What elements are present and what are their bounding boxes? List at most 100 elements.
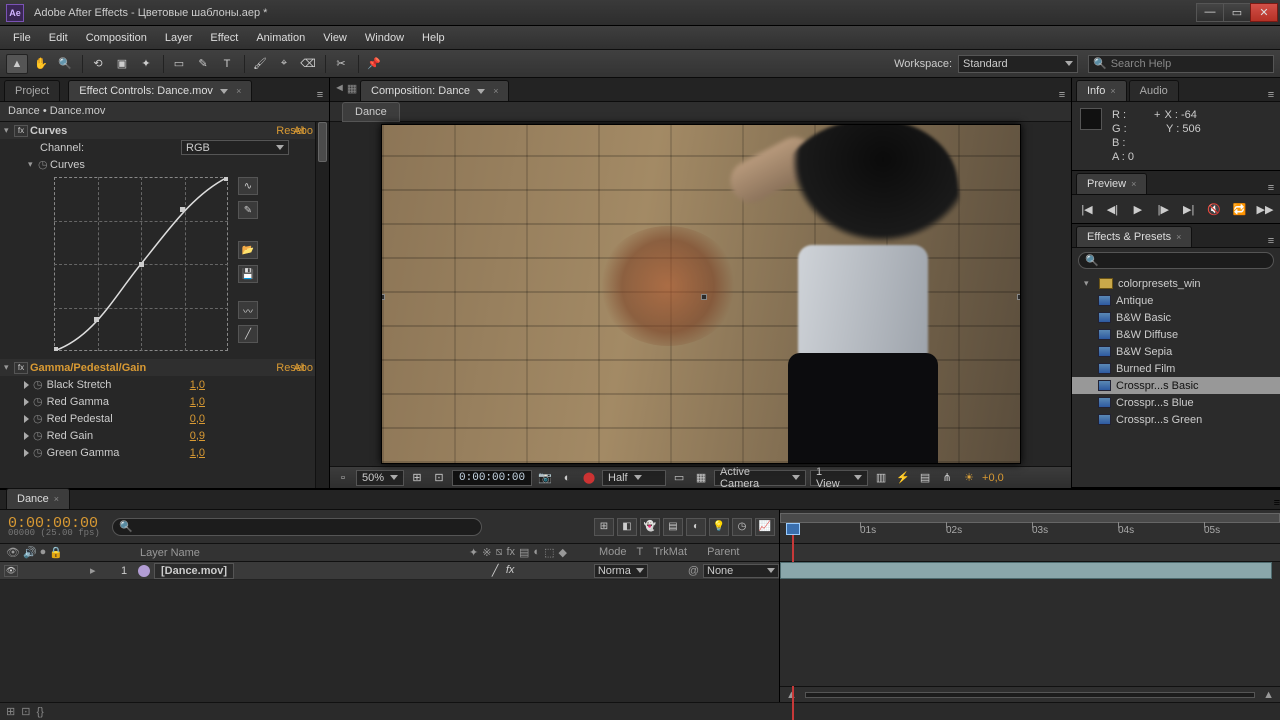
menu-window[interactable]: Window: [356, 28, 413, 48]
fx-enable-toggle[interactable]: fx: [14, 362, 28, 374]
menu-layer[interactable]: Layer: [156, 28, 202, 48]
close-tab-icon[interactable]: ×: [54, 494, 59, 504]
audio-column-icon[interactable]: 🔊: [23, 546, 37, 559]
solo-column-icon[interactable]: ●: [40, 546, 47, 559]
tab-preview[interactable]: Preview×: [1076, 173, 1147, 194]
curve-save-icon[interactable]: 💾: [238, 265, 258, 283]
zoom-dropdown[interactable]: 50%: [356, 470, 404, 486]
column-mode[interactable]: Mode: [599, 546, 627, 559]
channel-icon[interactable]: ◐: [558, 470, 576, 486]
preset-item[interactable]: Crosspr...s Green: [1072, 411, 1280, 428]
preset-item[interactable]: B&W Sepia: [1072, 343, 1280, 360]
exposure-value[interactable]: +0,0: [982, 472, 1004, 484]
menu-edit[interactable]: Edit: [40, 28, 77, 48]
layer-row[interactable]: 👁 ▸ 1 [Dance.mov] ╱ fx Norma @: [0, 562, 779, 580]
close-tab-icon[interactable]: ×: [493, 86, 498, 96]
switch-icon[interactable]: ◆: [558, 546, 566, 559]
tab-effect-controls[interactable]: Effect Controls: Dance.mov ×: [68, 80, 252, 101]
channel-dropdown[interactable]: RGB: [181, 140, 289, 155]
column-layer-name[interactable]: Layer Name: [140, 547, 200, 559]
guides-icon[interactable]: ⊡: [430, 470, 448, 486]
graph-editor-icon[interactable]: 📈: [755, 518, 775, 536]
preset-item[interactable]: Antique: [1072, 292, 1280, 309]
mute-button[interactable]: 🔇: [1205, 201, 1223, 217]
prop-value[interactable]: 0,9: [190, 430, 205, 442]
close-tab-icon[interactable]: ×: [1131, 179, 1136, 189]
about-link[interactable]: Abo: [293, 362, 313, 374]
switch-icon[interactable]: ✦: [469, 546, 478, 559]
toggle-modes-icon[interactable]: ⊡: [21, 705, 30, 718]
camera-dropdown[interactable]: Active Camera: [714, 470, 806, 486]
prop-value[interactable]: 1,0: [190, 396, 205, 408]
layer-switch[interactable]: [478, 564, 490, 577]
motion-blur-icon[interactable]: ◐: [686, 518, 706, 536]
effect-name-gpg[interactable]: Gamma/Pedestal/Gain: [30, 362, 146, 374]
curve-smooth-icon[interactable]: 〰: [238, 301, 258, 319]
menu-effect[interactable]: Effect: [201, 28, 247, 48]
panel-menu-icon[interactable]: ≡: [1262, 182, 1280, 194]
parent-pickwhip-icon[interactable]: @: [688, 565, 699, 577]
twirl-icon[interactable]: ▸: [90, 564, 102, 577]
preset-item[interactable]: B&W Diffuse: [1072, 326, 1280, 343]
window-minimize-button[interactable]: —: [1196, 3, 1224, 22]
effect-name-curves[interactable]: Curves: [30, 125, 67, 137]
workspace-dropdown[interactable]: Standard: [958, 55, 1078, 73]
pen-tool-icon[interactable]: ✎: [192, 54, 214, 74]
ram-preview-button[interactable]: ▶▶: [1256, 201, 1274, 217]
tab-effects-presets[interactable]: Effects & Presets×: [1076, 226, 1192, 247]
draft3d-icon[interactable]: ◧: [617, 518, 637, 536]
work-area-bar[interactable]: [780, 513, 1280, 523]
layer-switch[interactable]: ╱: [492, 564, 504, 577]
twirl-icon[interactable]: ▾: [4, 362, 14, 373]
rectangle-tool-icon[interactable]: ▭: [168, 54, 190, 74]
preset-item[interactable]: Burned Film: [1072, 360, 1280, 377]
comp-breadcrumb[interactable]: Dance: [342, 102, 400, 122]
panel-menu-icon[interactable]: ≡: [1274, 497, 1280, 509]
first-frame-button[interactable]: |◀: [1078, 201, 1096, 217]
curve-open-icon[interactable]: 📂: [238, 241, 258, 259]
prop-value[interactable]: 0,0: [190, 413, 205, 425]
window-maximize-button[interactable]: ▭: [1223, 3, 1251, 22]
panel-menu-icon[interactable]: ≡: [1053, 89, 1071, 101]
column-parent[interactable]: Parent: [707, 546, 739, 559]
presets-search-input[interactable]: 🔍: [1078, 252, 1274, 269]
twirl-icon[interactable]: [24, 432, 29, 440]
timeline-search-input[interactable]: 🔍: [112, 518, 482, 536]
magnify-icon[interactable]: ▫: [334, 470, 352, 486]
preset-item[interactable]: Crosspr...s Blue: [1072, 394, 1280, 411]
column-t[interactable]: T: [637, 546, 644, 559]
panel-menu-icon[interactable]: ≡: [1262, 235, 1280, 247]
curve-bezier-icon[interactable]: ∿: [238, 177, 258, 195]
preset-item[interactable]: B&W Basic: [1072, 309, 1280, 326]
autokey-icon[interactable]: ◷: [732, 518, 752, 536]
flowchart-icon[interactable]: ▦: [347, 82, 357, 95]
stopwatch-icon[interactable]: ◷: [33, 395, 43, 408]
panel-menu-icon[interactable]: ≡: [311, 89, 329, 101]
clone-tool-icon[interactable]: ⌖: [273, 54, 295, 74]
parent-dropdown[interactable]: None: [703, 564, 779, 578]
menu-animation[interactable]: Animation: [247, 28, 314, 48]
switch-icon[interactable]: ▤: [519, 546, 529, 559]
preset-item[interactable]: Crosspr...s Basic: [1072, 377, 1280, 394]
current-time-indicator[interactable]: [786, 523, 800, 541]
zoom-in-icon[interactable]: ▲: [1263, 689, 1274, 701]
close-tab-icon[interactable]: ×: [1176, 232, 1181, 242]
puppet-tool-icon[interactable]: 📌: [363, 54, 385, 74]
twirl-icon[interactable]: ▾: [4, 125, 14, 136]
preset-folder[interactable]: ▾ colorpresets_win: [1072, 275, 1280, 292]
scrollbar[interactable]: [315, 122, 329, 488]
switch-icon[interactable]: ※: [482, 546, 491, 559]
twirl-icon[interactable]: [24, 415, 29, 423]
stopwatch-icon[interactable]: ◷: [38, 158, 50, 171]
next-frame-button[interactable]: |▶: [1154, 201, 1172, 217]
roto-tool-icon[interactable]: ✂: [330, 54, 352, 74]
type-tool-icon[interactable]: T: [216, 54, 238, 74]
twirl-icon[interactable]: ▾: [28, 159, 38, 170]
layer-color-label[interactable]: [138, 565, 150, 577]
hand-tool-icon[interactable]: ✋: [30, 54, 52, 74]
stopwatch-icon[interactable]: ◷: [33, 429, 43, 442]
color-icon[interactable]: ⬤: [580, 470, 598, 486]
brainstorm-icon[interactable]: 💡: [709, 518, 729, 536]
last-frame-button[interactable]: ▶|: [1180, 201, 1198, 217]
viewer-timecode[interactable]: 0:00:00:00: [452, 470, 532, 486]
